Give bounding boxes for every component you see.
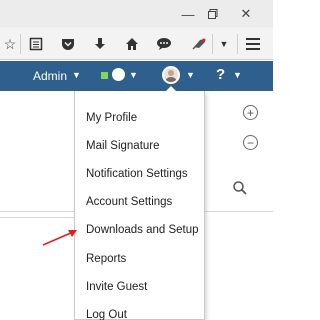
chevron-down-icon[interactable]: ▼ — [233, 70, 242, 80]
home-icon[interactable] — [122, 34, 142, 54]
menu-item-my-profile[interactable]: My Profile — [86, 111, 137, 125]
menu-item-downloads-and-setup[interactable]: Downloads and Setup — [86, 223, 199, 237]
menu-item-reports[interactable]: Reports — [86, 252, 126, 266]
window-titlebar: — ✕ — [0, 0, 273, 28]
chevron-down-icon[interactable]: ▼ — [129, 70, 138, 80]
menu-item-account-settings[interactable]: Account Settings — [86, 195, 172, 209]
star-icon[interactable]: ☆ — [0, 34, 20, 54]
toolbar-separator — [212, 34, 213, 54]
app-header-bar: Admin ▼ ▼ ▼ ? ▼ — [0, 61, 273, 91]
dropdown-icon[interactable]: ▼ — [214, 34, 234, 54]
browser-toolbar: ☆ ▼ — [0, 28, 273, 60]
profile-dropdown-menu: My Profile Mail Signature Notification S… — [74, 91, 205, 320]
reader-icon[interactable] — [26, 34, 46, 54]
menu-item-log-out[interactable]: Log Out — [86, 308, 127, 320]
avatar[interactable] — [162, 66, 180, 84]
menu-item-invite-guest[interactable]: Invite Guest — [86, 280, 147, 294]
search-icon[interactable] — [232, 180, 248, 196]
divider — [0, 217, 74, 218]
chat-icon[interactable] — [154, 34, 174, 54]
extension-icon[interactable] — [190, 34, 210, 54]
add-icon[interactable]: + — [243, 105, 258, 120]
toolbar-separator — [20, 34, 21, 54]
chevron-down-icon[interactable]: ▼ — [186, 70, 195, 80]
admin-menu-label[interactable]: Admin — [33, 69, 67, 83]
minimize-icon[interactable]: — — [178, 4, 198, 24]
menu-item-mail-signature[interactable]: Mail Signature — [86, 139, 160, 153]
help-icon[interactable]: ? — [216, 66, 225, 84]
toolbar-separator — [237, 34, 238, 54]
remove-icon[interactable]: − — [243, 135, 258, 150]
close-icon[interactable]: ✕ — [236, 4, 256, 24]
download-icon[interactable] — [90, 34, 110, 54]
menu-item-notification-settings[interactable]: Notification Settings — [86, 167, 188, 181]
pocket-icon[interactable] — [58, 34, 78, 54]
restore-icon[interactable] — [203, 4, 223, 24]
browser-window: — ✕ ☆ ▼ Admin ▼ ▼ ▼ ? ▼ + − My Profile M… — [0, 0, 273, 320]
chat-status-icon[interactable] — [112, 68, 125, 81]
chevron-down-icon[interactable]: ▼ — [72, 70, 81, 80]
left-panel — [0, 91, 74, 320]
presence-status-icon — [101, 72, 108, 79]
annotation-arrow-icon — [42, 230, 77, 246]
menu-icon[interactable] — [243, 34, 263, 54]
